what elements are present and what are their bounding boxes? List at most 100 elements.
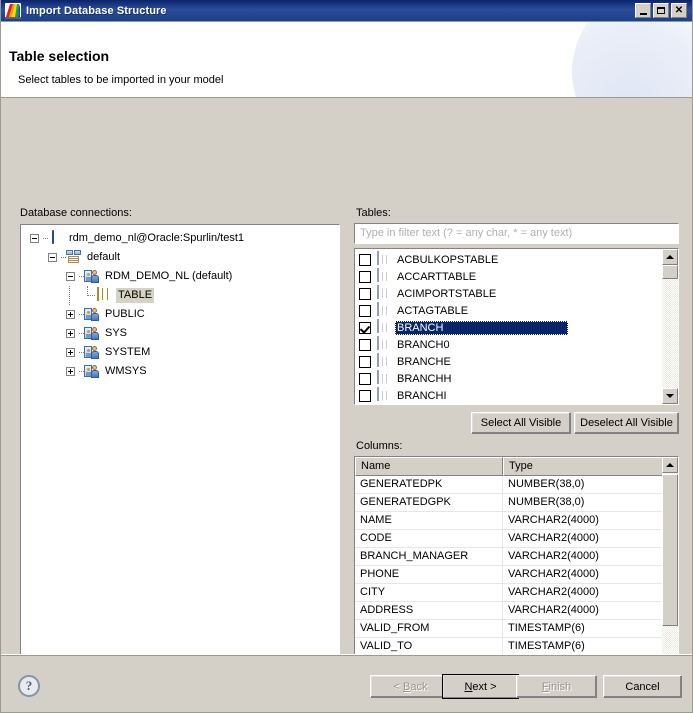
table-name: BRANCHE bbox=[395, 355, 453, 369]
tree-twisty-icon[interactable] bbox=[66, 329, 75, 338]
column-header-name[interactable]: Name bbox=[355, 457, 503, 476]
back-button[interactable]: < Back bbox=[370, 675, 451, 698]
column-row[interactable]: GENERATEDGPKNUMBER(38,0) bbox=[355, 494, 664, 512]
help-icon[interactable]: ? bbox=[18, 675, 40, 697]
column-header-type[interactable]: Type bbox=[503, 457, 664, 476]
scroll-up-icon[interactable] bbox=[662, 249, 678, 265]
tree-node-wmsys[interactable]: WMSYS bbox=[25, 362, 339, 381]
table-icon bbox=[376, 388, 392, 404]
column-row[interactable]: CITYVARCHAR2(4000) bbox=[355, 584, 664, 602]
table-list-item[interactable]: BRANCH0 bbox=[355, 336, 678, 353]
cancel-button[interactable]: Cancel bbox=[603, 675, 682, 698]
tree-node-default[interactable]: default bbox=[25, 248, 339, 267]
tree-node-rdm-demo-nl-default[interactable]: RDM_DEMO_NL (default) bbox=[25, 267, 339, 286]
database-connections-label: Database connections: bbox=[20, 207, 132, 219]
table-list-item[interactable]: ACBULKOPSTABLE bbox=[355, 251, 678, 268]
column-name: BRANCH_MANAGER bbox=[355, 548, 503, 565]
scrollbar-thumb[interactable] bbox=[662, 474, 678, 626]
window-controls: ✕ bbox=[635, 3, 690, 18]
tree-node-rdm-demo-nl-oracle-spurlin-test1[interactable]: rdm_demo_nl@Oracle:Spurlin/test1 bbox=[25, 229, 339, 248]
column-type: TIMESTAMP(6) bbox=[503, 638, 664, 655]
tree-twisty-icon[interactable] bbox=[66, 310, 75, 319]
finish-button[interactable]: Finish bbox=[516, 675, 597, 698]
table-checkbox[interactable] bbox=[359, 288, 371, 300]
tree-node-sys[interactable]: SYS bbox=[25, 324, 339, 343]
minimize-icon[interactable] bbox=[635, 3, 651, 18]
table-name: BRANCHH bbox=[395, 372, 453, 386]
rainbow-prism-icon bbox=[5, 3, 21, 19]
wizard-header: Table selection Select tables to be impo… bbox=[1, 22, 692, 98]
column-type: NUMBER(38,0) bbox=[503, 494, 664, 511]
column-row[interactable]: PHONEVARCHAR2(4000) bbox=[355, 566, 664, 584]
tree-node-label: default bbox=[85, 250, 122, 265]
column-name: GENERATEDGPK bbox=[355, 494, 503, 511]
table-name: BRANCH bbox=[395, 321, 568, 335]
database-connections-tree[interactable]: rdm_demo_nl@Oracle:Spurlin/test1default R… bbox=[20, 224, 340, 701]
column-row[interactable]: BRANCH_MANAGERVARCHAR2(4000) bbox=[355, 548, 664, 566]
maximize-icon[interactable] bbox=[653, 3, 669, 18]
column-row[interactable]: CODEVARCHAR2(4000) bbox=[355, 530, 664, 548]
tree-twisty-icon[interactable] bbox=[30, 234, 39, 243]
column-row[interactable]: VALID_FROMTIMESTAMP(6) bbox=[355, 620, 664, 638]
table-checkbox[interactable] bbox=[359, 254, 371, 266]
table-folder-icon bbox=[97, 288, 113, 304]
page-title: Table selection bbox=[9, 48, 109, 64]
dialog-body: Database connections: rdm_demo_nl@Oracle… bbox=[1, 98, 692, 654]
tree-twisty-icon[interactable] bbox=[66, 367, 75, 376]
column-name: CODE bbox=[355, 530, 503, 547]
scrollbar-thumb[interactable] bbox=[662, 265, 678, 279]
column-name: VALID_FROM bbox=[355, 620, 503, 637]
title-bar[interactable]: Import Database Structure ✕ bbox=[1, 0, 692, 22]
column-row[interactable]: ADDRESSVARCHAR2(4000) bbox=[355, 602, 664, 620]
column-type: NUMBER(38,0) bbox=[503, 476, 664, 493]
table-list-item[interactable]: ACIMPORTSTABLE bbox=[355, 285, 678, 302]
table-checkbox[interactable] bbox=[359, 373, 371, 385]
close-icon[interactable]: ✕ bbox=[671, 3, 687, 18]
tree-node-label: SYSTEM bbox=[103, 345, 152, 360]
table-name: BRANCH0 bbox=[395, 338, 452, 352]
table-checkbox[interactable] bbox=[359, 305, 371, 317]
select-all-visible-button[interactable]: Select All Visible bbox=[471, 412, 571, 434]
table-icon bbox=[376, 371, 392, 387]
table-checkbox[interactable] bbox=[359, 390, 371, 402]
columns-table-header: Name Type bbox=[355, 457, 664, 476]
user-schema-icon bbox=[84, 345, 100, 361]
table-icon bbox=[376, 303, 392, 319]
deselect-all-visible-button[interactable]: Deselect All Visible bbox=[574, 412, 679, 434]
tables-list[interactable]: ACBULKOPSTABLEACCARTTABLEACIMPORTSTABLEA… bbox=[354, 248, 679, 405]
scroll-down-icon[interactable] bbox=[662, 388, 678, 404]
table-checkbox[interactable] bbox=[359, 322, 371, 334]
tree-node-system[interactable]: SYSTEM bbox=[25, 343, 339, 362]
column-row[interactable]: NAMEVARCHAR2(4000) bbox=[355, 512, 664, 530]
column-type: TIMESTAMP(6) bbox=[503, 620, 664, 637]
table-list-item[interactable]: BRANCHH bbox=[355, 370, 678, 387]
scrollbar-track[interactable] bbox=[662, 265, 678, 388]
table-list-item[interactable]: ACTAGTABLE bbox=[355, 302, 678, 319]
user-schema-icon bbox=[84, 307, 100, 323]
table-list-item[interactable]: BRANCH bbox=[355, 319, 678, 336]
table-list-item[interactable]: BRANCHE bbox=[355, 353, 678, 370]
table-checkbox[interactable] bbox=[359, 339, 371, 351]
table-checkbox[interactable] bbox=[359, 356, 371, 368]
tree-node-public[interactable]: PUBLIC bbox=[25, 305, 339, 324]
table-list-item[interactable]: ACCARTTABLE bbox=[355, 268, 678, 285]
tree-twisty-icon[interactable] bbox=[48, 253, 57, 262]
user-schema-icon bbox=[84, 364, 100, 380]
table-checkbox[interactable] bbox=[359, 271, 371, 283]
tables-list-scrollbar[interactable] bbox=[662, 249, 678, 404]
tree-node-table[interactable]: TABLE bbox=[25, 286, 339, 305]
columns-label: Columns: bbox=[356, 440, 402, 452]
header-decoration bbox=[572, 22, 692, 98]
tree-twisty-icon[interactable] bbox=[66, 348, 75, 357]
table-name: BRANCHI bbox=[395, 389, 449, 403]
column-row[interactable]: GENERATEDPKNUMBER(38,0) bbox=[355, 476, 664, 494]
table-list-item-partial[interactable] bbox=[355, 404, 678, 405]
next-button[interactable]: Next > bbox=[442, 674, 519, 699]
table-filter-input[interactable]: Type in filter text (? = any char, * = a… bbox=[354, 223, 679, 244]
column-name: PHONE bbox=[355, 566, 503, 583]
window-title: Import Database Structure bbox=[26, 5, 635, 17]
scroll-up-icon[interactable] bbox=[662, 457, 678, 473]
table-list-item[interactable]: BRANCHI bbox=[355, 387, 678, 404]
user-schema-icon bbox=[84, 269, 100, 285]
tree-twisty-icon[interactable] bbox=[66, 272, 75, 281]
